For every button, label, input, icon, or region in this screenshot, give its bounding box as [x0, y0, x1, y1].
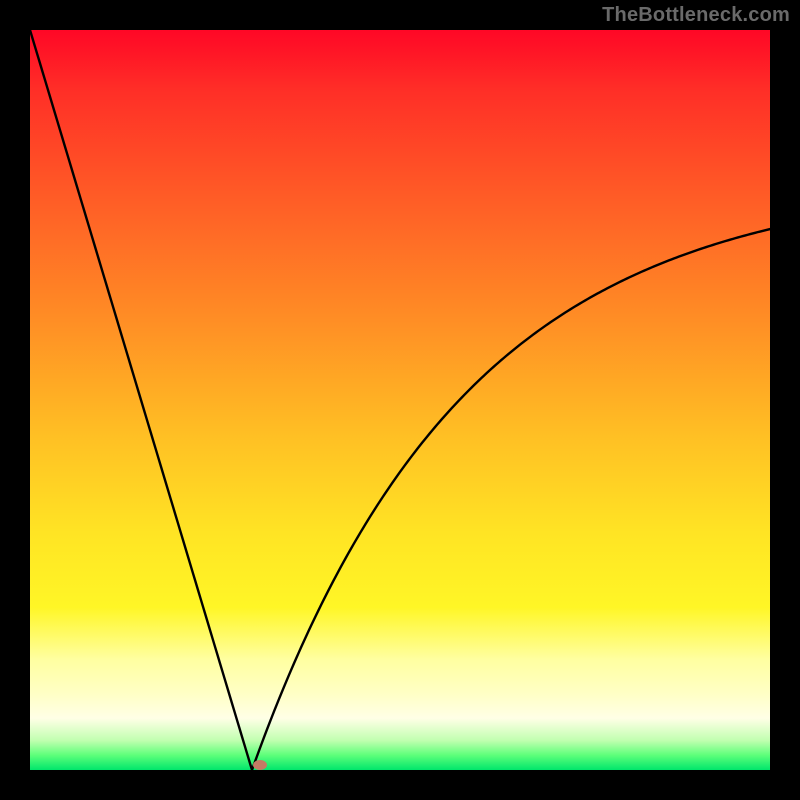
watermark-text: TheBottleneck.com	[602, 4, 790, 27]
chart-frame: TheBottleneck.com	[0, 0, 800, 800]
plot-area	[30, 30, 770, 770]
minimum-marker-icon	[253, 760, 267, 770]
bottleneck-curve	[30, 30, 770, 770]
